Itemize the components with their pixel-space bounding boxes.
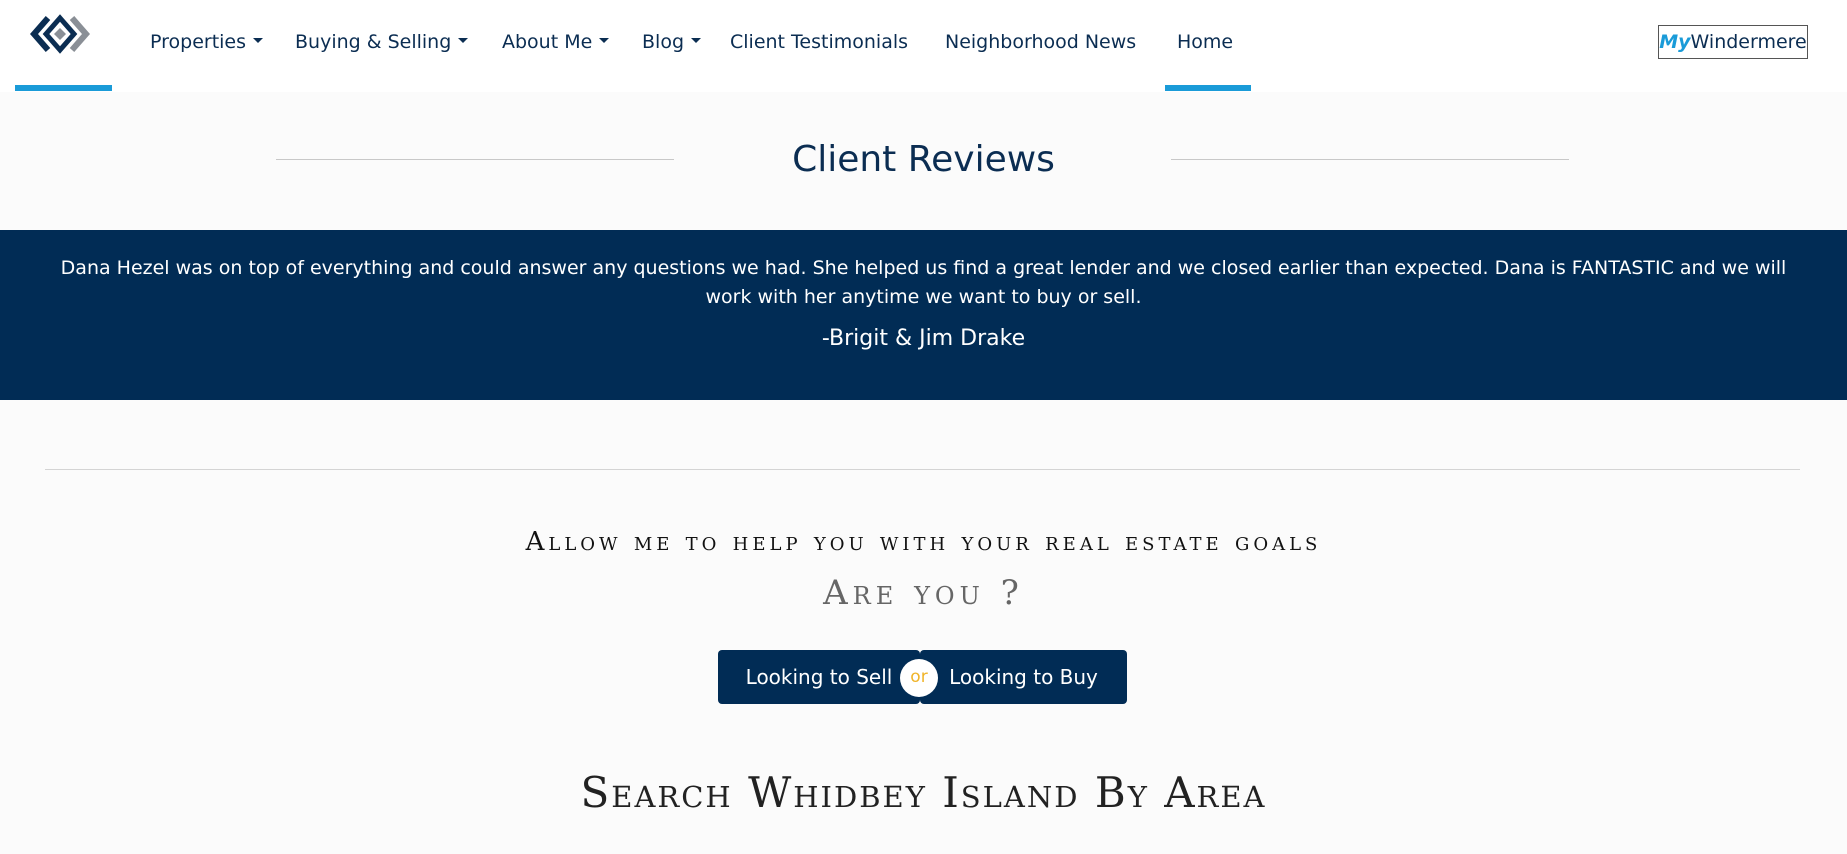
chevron-down-icon	[458, 38, 469, 43]
nav-neighborhood-news[interactable]: Neighborhood News	[945, 30, 1136, 54]
nav-label: Buying & Selling	[295, 31, 452, 53]
section-divider	[45, 469, 1800, 470]
nav-label: About Me	[502, 31, 593, 53]
search-area-title: Search Whidbey Island By Area	[580, 768, 1267, 817]
testimonial-quote: Dana Hezel was on top of everything and …	[60, 257, 1787, 308]
home-active-indicator	[1165, 85, 1251, 91]
or-separator: or	[900, 659, 938, 697]
nav-label: Neighborhood News	[945, 31, 1137, 53]
site-header: Properties Buying & Selling About Me Blo…	[0, 0, 1847, 92]
nav-label: Properties	[150, 31, 247, 53]
nav-about-me[interactable]: About Me	[502, 30, 610, 54]
cta-question: Are you ?	[823, 573, 1024, 613]
reviews-title: Client Reviews	[792, 139, 1055, 180]
looking-to-buy-button[interactable]: Looking to Buy	[920, 650, 1127, 704]
windermere-logo-icon	[30, 14, 90, 54]
nav-home[interactable]: Home	[1177, 30, 1233, 54]
testimonial-author: -Brigit & Jim Drake	[821, 326, 1026, 351]
nav-label: Client Testimonials	[730, 31, 909, 53]
logo-active-indicator	[15, 85, 112, 91]
looking-to-sell-button[interactable]: Looking to Sell	[718, 650, 920, 704]
mywindermere-button[interactable]: MyWindermere	[1658, 25, 1808, 59]
nav-buying-selling[interactable]: Buying & Selling	[295, 30, 469, 54]
mywindermere-my: My	[1659, 31, 1691, 53]
nav-client-testimonials[interactable]: Client Testimonials	[730, 30, 908, 54]
nav-label: Blog	[642, 31, 684, 53]
cta-heading: Allow me to help you with your real esta…	[525, 527, 1322, 557]
chevron-down-icon	[691, 38, 701, 43]
nav-label: Home	[1177, 31, 1234, 53]
chevron-down-icon	[599, 38, 610, 43]
chevron-down-icon	[253, 38, 264, 43]
nav-blog[interactable]: Blog	[642, 30, 701, 54]
mywindermere-label: Windermere	[1690, 31, 1807, 53]
nav-properties[interactable]: Properties	[150, 30, 264, 54]
testimonial-band: Dana Hezel was on top of everything and …	[0, 230, 1847, 400]
logo[interactable]	[15, 0, 112, 92]
